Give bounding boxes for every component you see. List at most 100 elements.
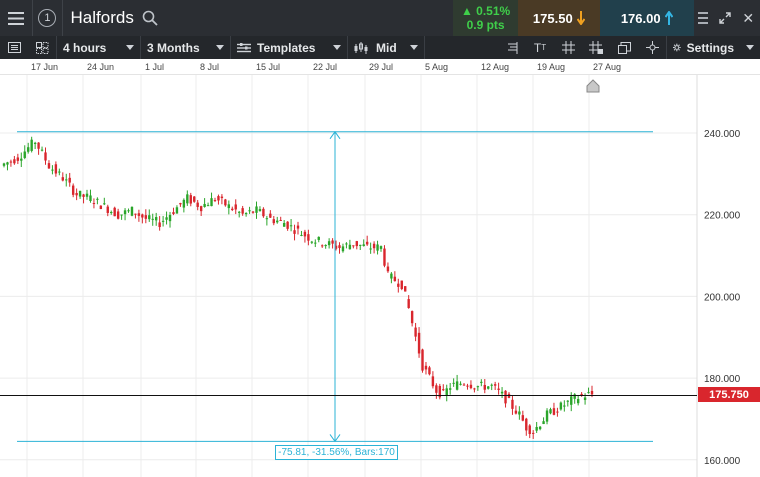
candle-body bbox=[51, 169, 54, 171]
crosshair-icon[interactable] bbox=[638, 36, 666, 59]
down-arrow-icon bbox=[576, 11, 585, 25]
candle-body bbox=[514, 410, 518, 414]
candle-body bbox=[262, 208, 265, 217]
candle-body bbox=[431, 376, 435, 387]
candle-body bbox=[255, 206, 258, 213]
buy-button[interactable]: 176.00 bbox=[599, 0, 694, 36]
chevron-down-icon bbox=[216, 45, 224, 50]
copy-icon[interactable] bbox=[610, 36, 638, 59]
candle-body bbox=[92, 203, 96, 205]
candle-body bbox=[151, 218, 154, 220]
settings-label: Settings bbox=[686, 40, 734, 55]
candle-body bbox=[563, 405, 566, 407]
candle-body bbox=[327, 241, 331, 246]
candle-body bbox=[365, 241, 369, 245]
candle-body bbox=[251, 211, 255, 213]
candle-body bbox=[462, 384, 466, 386]
candle-body bbox=[27, 147, 30, 152]
templates-dropdown[interactable]: Templates bbox=[230, 36, 347, 59]
candle-body bbox=[307, 234, 310, 241]
candle-body bbox=[552, 408, 556, 415]
candle-body bbox=[587, 392, 590, 394]
candle-body bbox=[293, 230, 296, 234]
candle-body bbox=[113, 207, 116, 217]
layout-icon[interactable] bbox=[28, 36, 56, 59]
candle-body bbox=[269, 213, 272, 218]
candle-body bbox=[331, 240, 334, 244]
text-size-icon[interactable]: TT bbox=[526, 36, 554, 59]
price-type-dropdown[interactable]: Mid bbox=[347, 36, 424, 59]
candle-body bbox=[500, 391, 504, 394]
candle-body bbox=[30, 139, 33, 151]
sell-button[interactable]: 175.50 bbox=[517, 0, 600, 36]
candle-body bbox=[213, 200, 217, 202]
candle-body bbox=[310, 241, 314, 243]
interval-dropdown[interactable]: 4 hours bbox=[56, 36, 140, 59]
expand-icon[interactable] bbox=[713, 0, 736, 36]
price-chart[interactable]: 240.000 220.000 200.000 180.000 160.000 bbox=[0, 75, 760, 477]
candle-body bbox=[383, 248, 386, 266]
candle-body bbox=[535, 426, 538, 431]
close-icon[interactable]: ✕ bbox=[737, 0, 760, 36]
candle-body bbox=[525, 418, 528, 431]
candle-body bbox=[400, 280, 403, 289]
candle-body bbox=[417, 332, 421, 354]
candle-body bbox=[44, 152, 47, 161]
settings-dropdown[interactable]: Settings bbox=[666, 36, 760, 59]
candle-body bbox=[448, 388, 452, 390]
candle-body bbox=[296, 225, 300, 229]
buy-price: 176.00 bbox=[620, 10, 661, 26]
grid-icon[interactable] bbox=[554, 36, 582, 59]
measure-label[interactable]: -75.81, -31.56%, Bars:170 bbox=[275, 445, 398, 460]
candle-body bbox=[99, 205, 103, 210]
candle-body bbox=[490, 384, 493, 386]
candle-body bbox=[89, 195, 92, 202]
info-button[interactable]: 1 bbox=[33, 0, 63, 36]
search-icon[interactable] bbox=[142, 10, 158, 26]
crosshair-grid-icon[interactable] bbox=[582, 36, 610, 59]
instrument-title: Halfords bbox=[63, 0, 454, 36]
candle-body bbox=[566, 400, 569, 402]
candle-body bbox=[386, 266, 390, 272]
price-change: ▲ 0.51% 0.9 pts bbox=[453, 0, 518, 36]
candle-body bbox=[40, 149, 44, 151]
y-tick-label: 200.000 bbox=[704, 292, 741, 303]
y-tick-label: 240.000 bbox=[704, 129, 741, 140]
current-price-tag: 175.750 bbox=[698, 387, 760, 402]
candle-body bbox=[37, 142, 40, 149]
candle-body bbox=[2, 163, 6, 166]
candle-body bbox=[130, 206, 134, 216]
date-tick: 8 Jul bbox=[200, 62, 220, 72]
candle-body bbox=[445, 388, 448, 396]
candle-body bbox=[54, 164, 58, 174]
date-tick: 5 Aug bbox=[425, 62, 449, 72]
candle-body bbox=[20, 158, 23, 161]
candle-body bbox=[414, 327, 417, 337]
candle-body bbox=[459, 383, 462, 385]
menu-icon[interactable] bbox=[0, 0, 34, 36]
drag-handle-icon[interactable] bbox=[694, 0, 714, 36]
candle-body bbox=[96, 198, 99, 200]
candle-body bbox=[324, 244, 327, 247]
candle-body bbox=[345, 243, 348, 245]
candle-body bbox=[234, 204, 237, 210]
candle-body bbox=[556, 411, 559, 413]
candle-body bbox=[428, 367, 431, 375]
range-dropdown[interactable]: 3 Months bbox=[140, 36, 230, 59]
indicators-icon[interactable] bbox=[498, 36, 526, 59]
change-points: 0.9 pts bbox=[466, 18, 505, 32]
list-icon[interactable] bbox=[0, 36, 28, 59]
candle-body bbox=[348, 244, 352, 250]
candle-body bbox=[483, 384, 486, 390]
candle-body bbox=[58, 171, 61, 173]
candle-body bbox=[480, 381, 483, 383]
chevron-down-icon bbox=[333, 45, 341, 50]
up-arrow-icon: ▲ bbox=[460, 4, 473, 18]
candle-body bbox=[379, 246, 383, 249]
candle-body bbox=[532, 432, 535, 434]
y-tick-label: 160.000 bbox=[704, 456, 741, 467]
candle-body bbox=[473, 388, 476, 390]
candle-body bbox=[182, 199, 186, 208]
candle-body bbox=[179, 203, 182, 205]
candle-body bbox=[199, 206, 203, 212]
